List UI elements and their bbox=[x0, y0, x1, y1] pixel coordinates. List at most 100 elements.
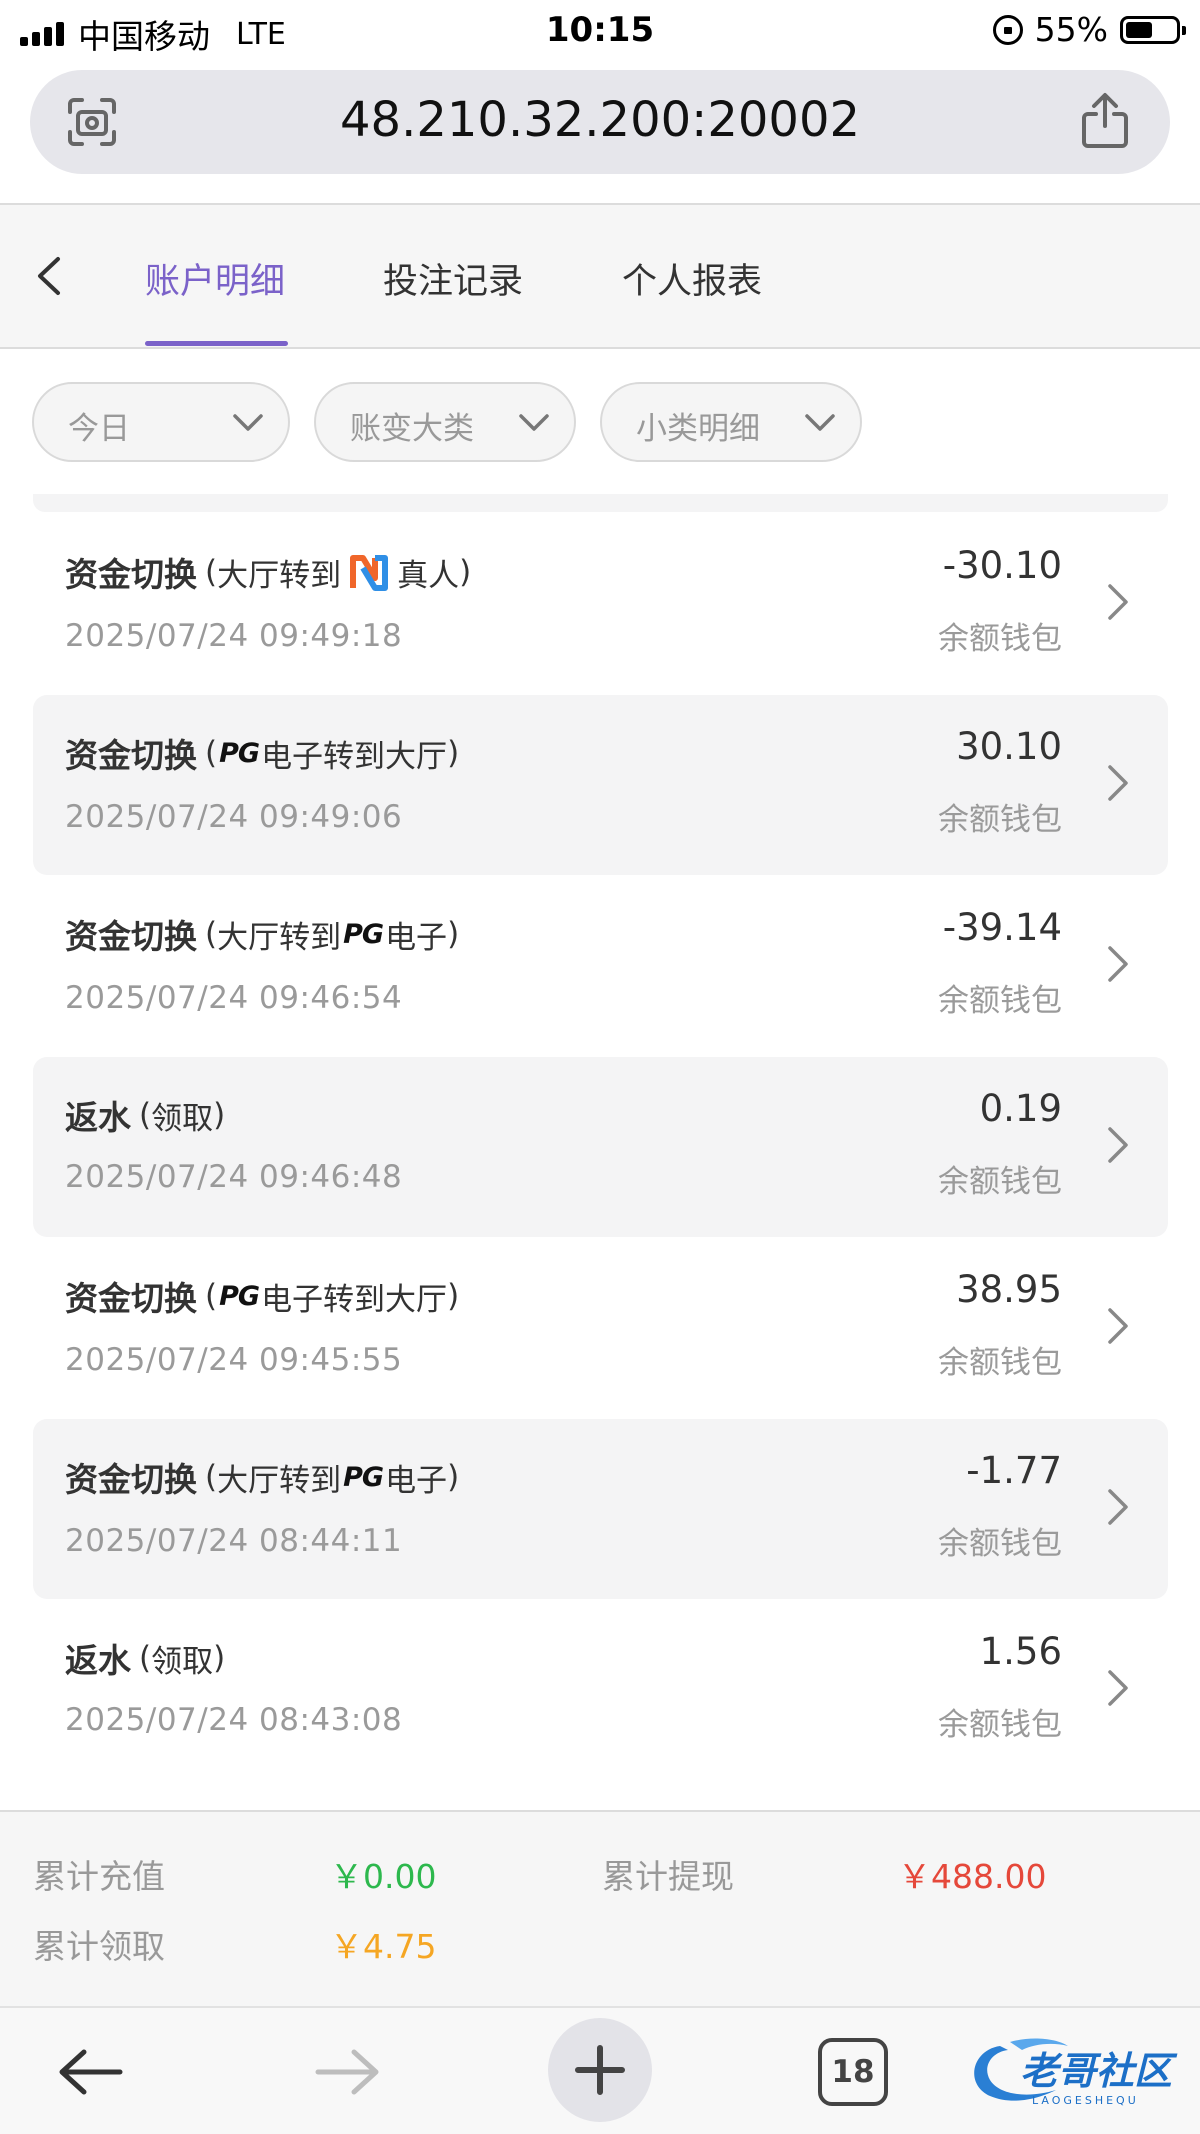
withdraw-label: 累计提现 bbox=[602, 1857, 734, 1896]
recharge-value: ￥0.00 bbox=[330, 1857, 437, 1896]
record-type: 资金切换 bbox=[65, 1460, 197, 1499]
address-bar[interactable]: 48.210.32.200:20002 bbox=[30, 70, 1170, 174]
record-wallet: 余额钱包 bbox=[938, 1526, 1062, 1562]
record-title: 资金切换 ( PG 电子转到大厅 ) bbox=[65, 729, 459, 777]
record-detail-1: 领取 bbox=[151, 1100, 214, 1137]
chevron-right-icon bbox=[1108, 765, 1128, 801]
record-type: 资金切换 bbox=[65, 555, 197, 594]
record-wallet: 余额钱包 bbox=[938, 1164, 1062, 1200]
record-title: 返水 ( 领取 ) bbox=[65, 1634, 225, 1682]
record-row[interactable]: 资金切换 ( PG 电子转到大厅 ) 2025/07/24 09:49:06 3… bbox=[33, 695, 1168, 875]
record-wallet: 余额钱包 bbox=[938, 1345, 1062, 1381]
record-row[interactable]: 返水 ( 领取 ) 2025/07/24 09:46:48 0.19 余额钱包 bbox=[33, 1057, 1168, 1237]
recharge-label: 累计充值 bbox=[33, 1857, 165, 1896]
filter-subcategory-label: 小类明细 bbox=[636, 411, 760, 447]
record-amount: 30.10 bbox=[956, 725, 1062, 768]
chevron-right-icon bbox=[1108, 1670, 1128, 1706]
tabs-icon[interactable]: 18 bbox=[818, 2038, 888, 2106]
new-tab-button[interactable] bbox=[548, 2018, 652, 2122]
share-icon[interactable] bbox=[1080, 92, 1130, 150]
summary-panel: 累计充值 ￥0.00 累计提现 ￥488.00 累计领取 ￥4.75 bbox=[0, 1810, 1200, 2006]
paren-open: ( bbox=[139, 1640, 152, 1676]
filter-subcategory[interactable]: 小类明细 bbox=[600, 382, 862, 462]
paren-close: ) bbox=[459, 554, 472, 590]
record-detail-2: 电子转到大厅 bbox=[261, 1281, 448, 1318]
paren-open: ( bbox=[205, 1459, 218, 1495]
record-amount: -1.77 bbox=[966, 1449, 1062, 1492]
battery-icon bbox=[1120, 15, 1186, 44]
record-detail-1: 大厅转到 bbox=[217, 557, 342, 594]
record-amount: -30.10 bbox=[942, 544, 1062, 587]
paren-open: ( bbox=[139, 1097, 152, 1133]
filter-date[interactable]: 今日 bbox=[32, 382, 290, 462]
tab-personal-report[interactable]: 个人报表 bbox=[622, 253, 762, 304]
record-detail-2: 电子 bbox=[385, 919, 448, 956]
record-detail-2: 真人 bbox=[397, 557, 460, 594]
record-title: 资金切换 ( PG 电子转到大厅 ) bbox=[65, 1272, 459, 1320]
chevron-right-icon bbox=[1108, 1127, 1128, 1163]
paren-open: ( bbox=[205, 1278, 218, 1314]
status-bar: 中国移动 LTE 10:15 55% bbox=[0, 0, 1200, 62]
live-casino-logo-icon bbox=[350, 555, 389, 591]
chevron-right-icon bbox=[1108, 1489, 1128, 1525]
record-time: 2025/07/24 09:46:48 bbox=[65, 1159, 403, 1195]
record-row[interactable]: 资金切换 ( 大厅转到 PG 电子 ) 2025/07/24 09:46:54 … bbox=[33, 876, 1168, 1056]
chevron-right-icon bbox=[1108, 584, 1128, 620]
battery-percent: 55% bbox=[1034, 10, 1108, 49]
record-time: 2025/07/24 09:49:18 bbox=[65, 618, 403, 654]
record-time: 2025/07/24 08:43:08 bbox=[65, 1702, 403, 1738]
record-wallet: 余额钱包 bbox=[938, 621, 1062, 657]
chevron-right-icon bbox=[1108, 1308, 1128, 1344]
record-title: 资金切换 ( 大厅转到 真人 ) bbox=[65, 548, 471, 596]
pg-logo: PG bbox=[219, 1280, 260, 1312]
tab-header: 账户明细 投注记录 个人报表 bbox=[0, 205, 1200, 347]
record-wallet: 余额钱包 bbox=[938, 802, 1062, 838]
tab-bet-records[interactable]: 投注记录 bbox=[383, 253, 523, 304]
record-time: 2025/07/24 09:45:55 bbox=[65, 1342, 403, 1378]
record-amount: 0.19 bbox=[979, 1087, 1062, 1130]
tab-account-details[interactable]: 账户明细 bbox=[145, 253, 285, 304]
rotation-lock-icon bbox=[992, 14, 1023, 45]
status-right: 55% bbox=[992, 10, 1186, 49]
active-tab-indicator bbox=[145, 341, 288, 346]
url-text[interactable]: 48.210.32.200:20002 bbox=[30, 92, 1170, 148]
pg-logo: PG bbox=[343, 918, 384, 950]
filter-category[interactable]: 账变大类 bbox=[314, 382, 576, 462]
record-type: 资金切换 bbox=[65, 917, 197, 956]
record-amount: 1.56 bbox=[979, 1630, 1062, 1673]
chevron-right-icon bbox=[1108, 946, 1128, 982]
record-row[interactable]: 资金切换 ( PG 电子转到大厅 ) 2025/07/24 09:45:55 3… bbox=[33, 1238, 1168, 1418]
chevron-down-icon bbox=[233, 414, 263, 431]
list-top-edge bbox=[33, 494, 1168, 512]
svg-text:老哥社区: 老哥社区 bbox=[1020, 2049, 1178, 2093]
battery-fill bbox=[1126, 21, 1153, 38]
browser-toolbar: 18 老哥社区 LAOGESHEQU bbox=[0, 2006, 1200, 2134]
forward-arrow-icon[interactable] bbox=[312, 2048, 382, 2096]
record-type: 资金切换 bbox=[65, 1279, 197, 1318]
record-type: 资金切换 bbox=[65, 736, 197, 775]
record-row[interactable]: 资金切换 ( 大厅转到 真人 ) 2025/07/24 09:49:18 -30… bbox=[33, 514, 1168, 694]
record-title: 返水 ( 领取 ) bbox=[65, 1091, 225, 1139]
paren-close: ) bbox=[213, 1640, 226, 1676]
record-detail-2: 电子转到大厅 bbox=[261, 738, 448, 775]
record-amount: 38.95 bbox=[956, 1268, 1062, 1311]
chevron-left-icon[interactable] bbox=[28, 253, 74, 299]
record-detail-1: 大厅转到 bbox=[217, 919, 342, 956]
record-time: 2025/07/24 09:49:06 bbox=[65, 799, 403, 835]
back-arrow-icon[interactable] bbox=[56, 2048, 126, 2096]
record-detail-2: 电子 bbox=[385, 1462, 448, 1499]
paren-close: ) bbox=[447, 1278, 460, 1314]
record-time: 2025/07/24 08:44:11 bbox=[65, 1523, 403, 1559]
paren-open: ( bbox=[205, 554, 218, 590]
filter-category-label: 账变大类 bbox=[350, 411, 474, 447]
record-detail-1: 大厅转到 bbox=[217, 1462, 342, 1499]
divider bbox=[0, 347, 1200, 349]
record-row[interactable]: 资金切换 ( 大厅转到 PG 电子 ) 2025/07/24 08:44:11 … bbox=[33, 1419, 1168, 1599]
record-wallet: 余额钱包 bbox=[938, 1707, 1062, 1743]
withdraw-value: ￥488.00 bbox=[898, 1857, 1047, 1896]
paren-close: ) bbox=[213, 1097, 226, 1133]
filter-date-label: 今日 bbox=[68, 411, 130, 447]
record-time: 2025/07/24 09:46:54 bbox=[65, 980, 403, 1016]
record-row[interactable]: 返水 ( 领取 ) 2025/07/24 08:43:08 1.56 余额钱包 bbox=[33, 1600, 1168, 1780]
chevron-down-icon bbox=[519, 414, 549, 431]
